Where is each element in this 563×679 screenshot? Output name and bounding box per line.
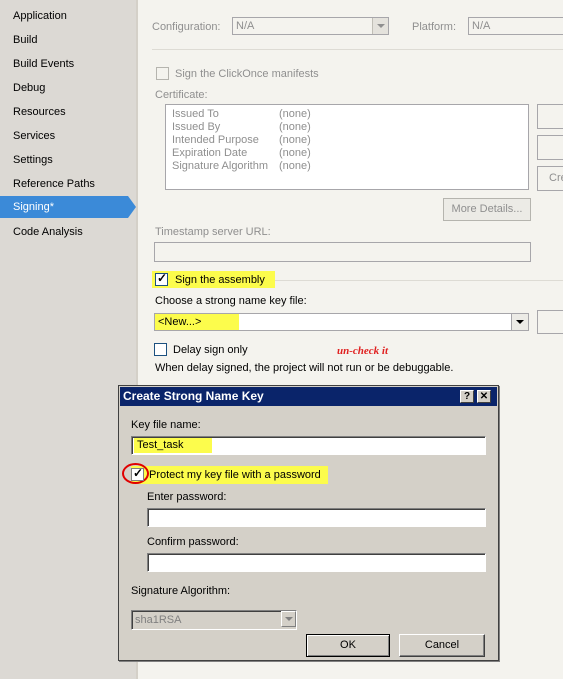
dialog-title-bar: Create Strong Name Key ? ✕ xyxy=(120,387,497,406)
platform-label: Platform: xyxy=(412,21,457,33)
strong-name-key-value: <New...> xyxy=(158,316,202,328)
checkmark-icon: ✓ xyxy=(133,466,144,480)
chevron-down-icon xyxy=(511,314,528,330)
chevron-down-icon xyxy=(372,18,388,34)
cert-key: Signature Algorithm xyxy=(172,160,268,172)
active-indicator-arrow xyxy=(128,196,136,218)
cert-key: Issued To xyxy=(172,108,219,120)
clickonce-checkbox[interactable] xyxy=(156,67,169,80)
protect-password-checkbox[interactable]: ✓ xyxy=(131,466,144,481)
cert-value: (none) xyxy=(279,147,311,159)
certificate-label: Certificate: xyxy=(155,89,208,101)
sign-assembly-label: Sign the assembly xyxy=(175,274,265,286)
timestamp-label: Timestamp server URL: xyxy=(155,226,271,238)
ok-button[interactable]: OK xyxy=(306,634,390,657)
nav-item-resources[interactable]: Resources xyxy=(0,101,126,123)
select-from-store-button[interactable] xyxy=(537,104,563,129)
confirm-password-label: Confirm password: xyxy=(147,536,239,548)
nav-item-code-analysis[interactable]: Code Analysis xyxy=(0,221,126,243)
configuration-label: Configuration: xyxy=(152,21,221,33)
cert-value: (none) xyxy=(279,160,311,172)
create-strong-name-key-dialog: Create Strong Name Key ? ✕ Key file name… xyxy=(118,385,499,661)
strong-name-label: Choose a strong name key file: xyxy=(155,295,307,307)
chevron-down-icon xyxy=(281,611,296,627)
configuration-combo[interactable]: N/A xyxy=(232,17,389,35)
cert-key: Intended Purpose xyxy=(172,134,259,146)
dialog-title: Create Strong Name Key xyxy=(123,389,264,403)
nav-item-build[interactable]: Build xyxy=(0,29,126,51)
divider xyxy=(152,49,563,50)
cert-value: (none) xyxy=(279,134,311,146)
strong-name-key-combo[interactable]: <New...> xyxy=(154,313,529,331)
cert-value: (none) xyxy=(279,108,311,120)
protect-password-label: Protect my key file with a password xyxy=(149,469,321,481)
platform-combo[interactable]: N/A xyxy=(468,17,563,35)
nav-item-reference-paths[interactable]: Reference Paths xyxy=(0,173,126,195)
nav-item-debug[interactable]: Debug xyxy=(0,77,126,99)
enter-password-label: Enter password: xyxy=(147,491,227,503)
annotation-uncheck: un-check it xyxy=(337,345,389,357)
nav-item-signing[interactable]: Signing* xyxy=(0,196,128,218)
signature-algorithm-value: sha1RSA xyxy=(135,614,182,626)
nav-item-build-events[interactable]: Build Events xyxy=(0,53,126,75)
clickonce-label: Sign the ClickOnce manifests xyxy=(175,68,319,80)
browse-button[interactable] xyxy=(537,310,563,334)
nav-item-services[interactable]: Services xyxy=(0,125,126,147)
cert-key: Expiration Date xyxy=(172,147,248,159)
delay-sign-label: Delay sign only xyxy=(173,344,248,356)
project-properties-nav: Application Build Build Events Debug Res… xyxy=(0,0,136,679)
key-file-label: Key file name: xyxy=(131,419,201,431)
confirm-password-input[interactable] xyxy=(147,553,486,572)
signature-algorithm-combo[interactable]: sha1RSA xyxy=(131,610,297,630)
key-file-input[interactable]: Test_task xyxy=(131,436,486,455)
select-from-file-button[interactable] xyxy=(537,135,563,160)
cert-key: Issued By xyxy=(172,121,221,133)
certificate-info-box: Issued To (none) Issued By (none) Intend… xyxy=(165,104,529,190)
signature-algorithm-label: Signature Algorithm: xyxy=(131,585,231,597)
nav-item-settings[interactable]: Settings xyxy=(0,149,126,171)
nav-item-application[interactable]: Application xyxy=(0,5,126,27)
delay-sign-note: When delay signed, the project will not … xyxy=(155,362,454,374)
sign-assembly-checkbox[interactable]: ✓ xyxy=(155,271,168,286)
key-file-value: Test_task xyxy=(137,439,184,451)
help-icon[interactable]: ? xyxy=(460,390,474,403)
cert-value: (none) xyxy=(279,121,311,133)
checkmark-icon: ✓ xyxy=(157,271,168,285)
timestamp-url-input[interactable] xyxy=(154,242,531,262)
cancel-button[interactable]: Cancel xyxy=(399,634,485,657)
close-icon[interactable]: ✕ xyxy=(477,390,491,403)
create-test-certificate-button[interactable]: Cre xyxy=(537,166,563,191)
delay-sign-checkbox[interactable] xyxy=(154,343,167,356)
more-details-button[interactable]: More Details... xyxy=(443,198,531,221)
enter-password-input[interactable] xyxy=(147,508,486,527)
